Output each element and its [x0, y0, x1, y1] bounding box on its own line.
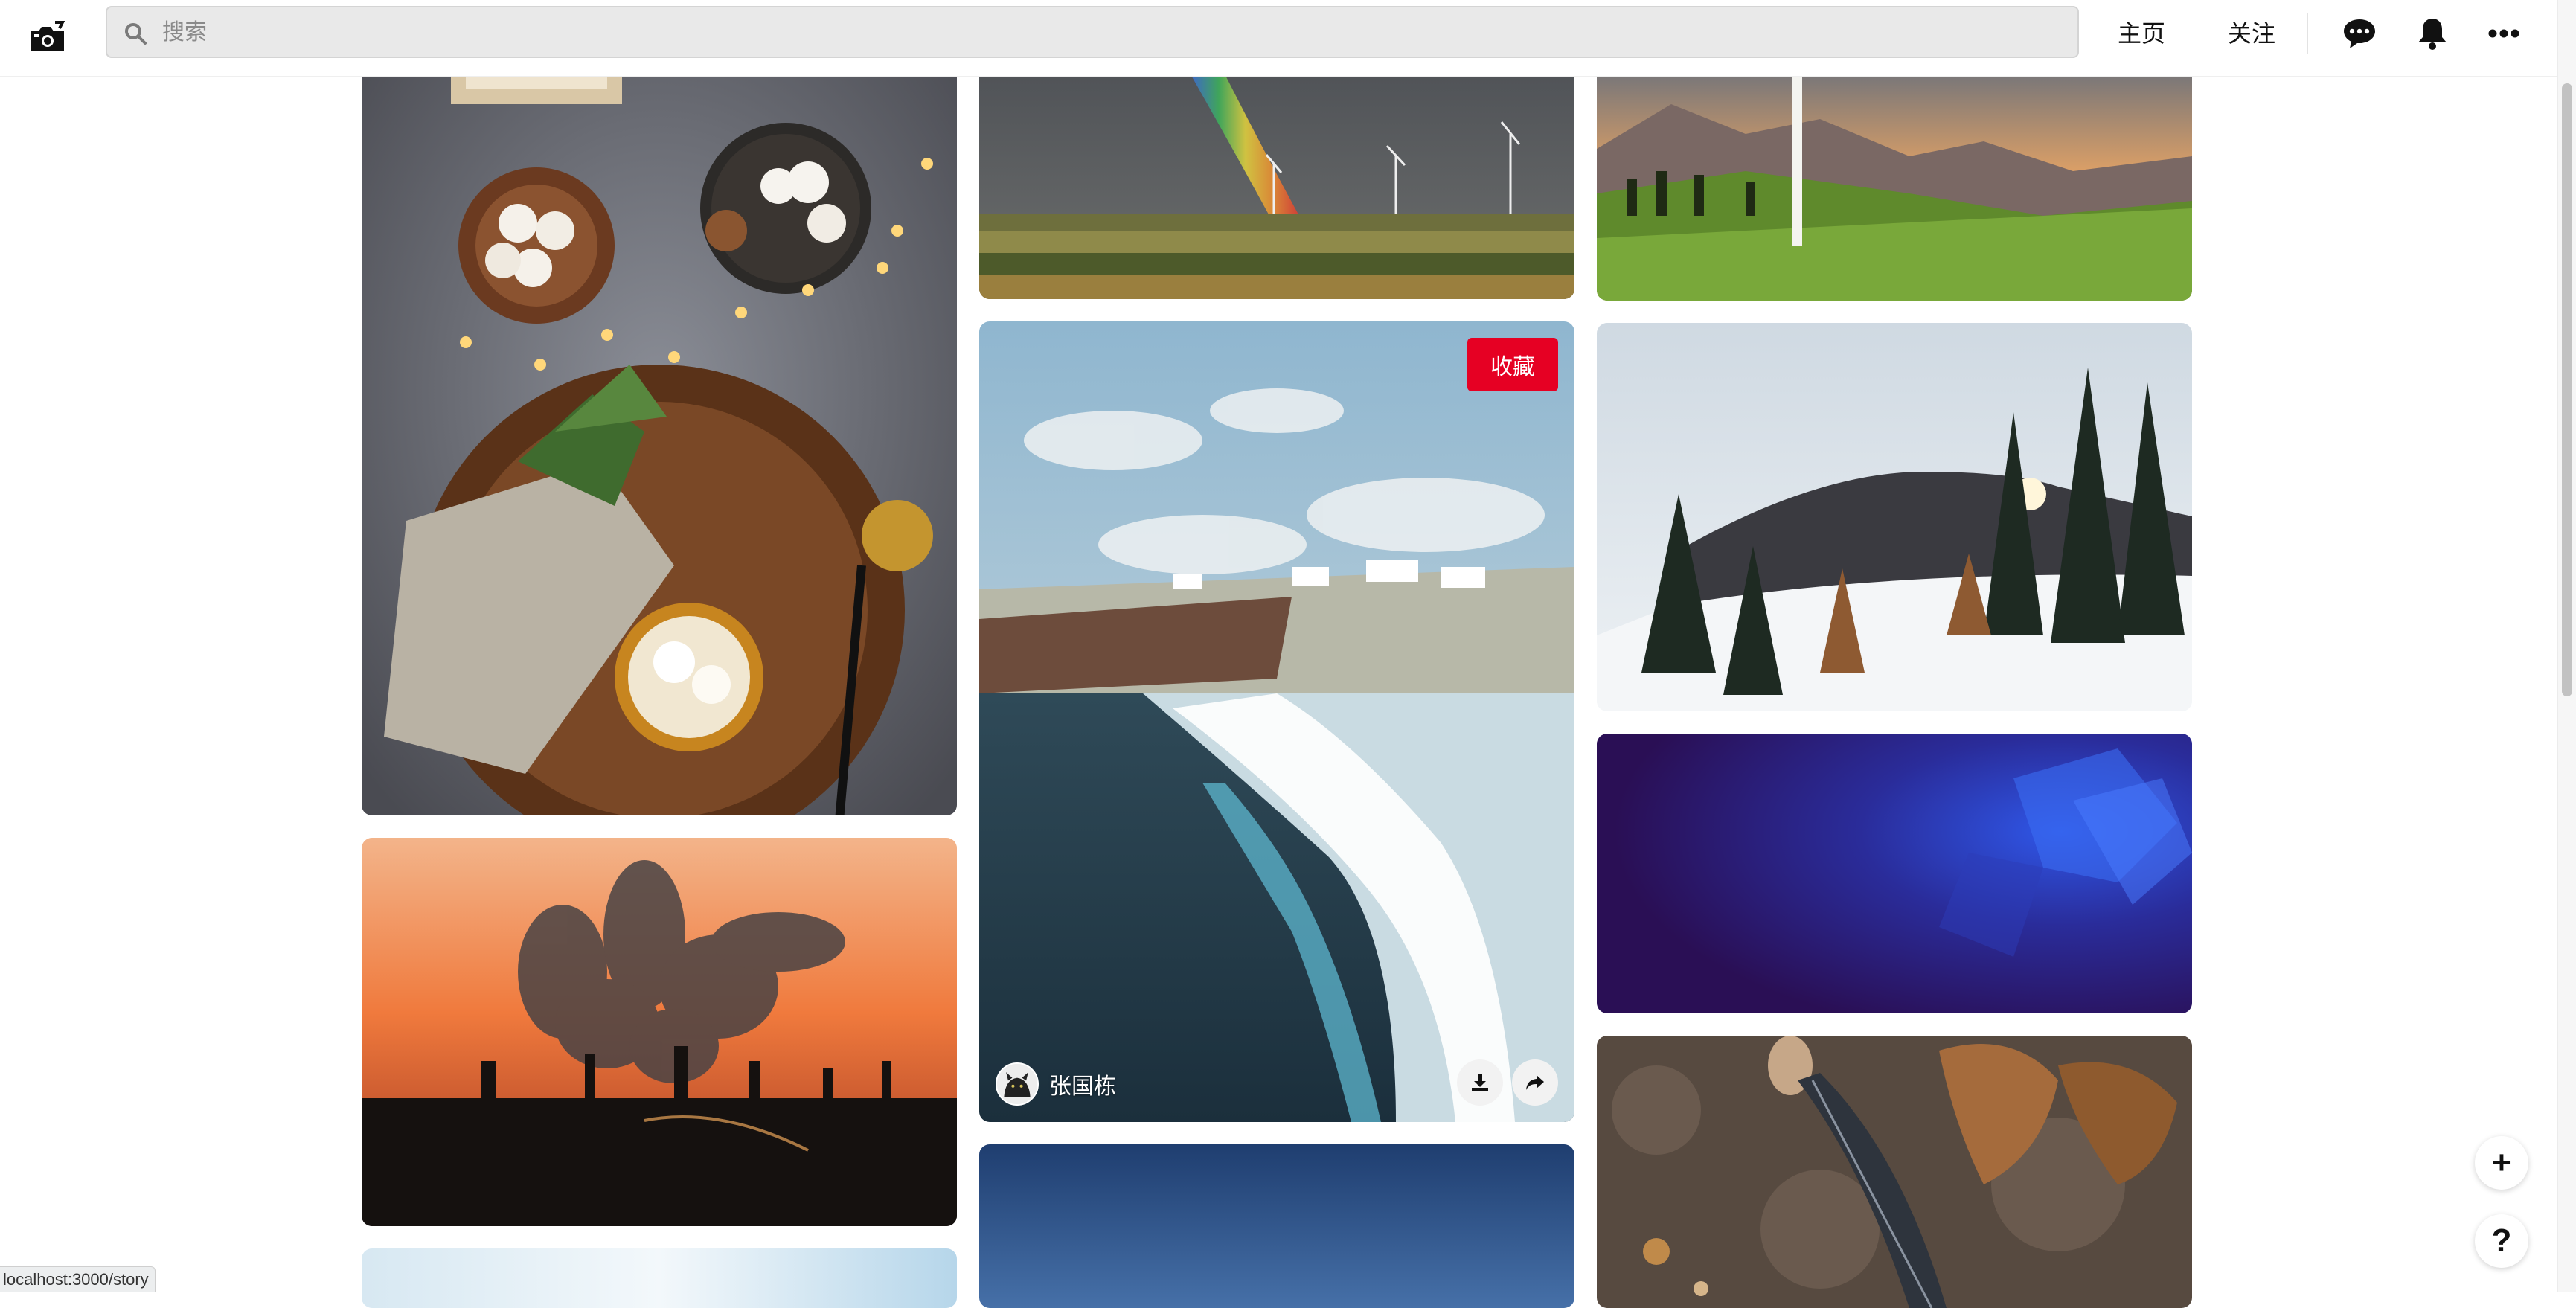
pin-author[interactable]: 张国栋 — [996, 1061, 1116, 1107]
pin-image-mountain-windmill — [1597, 45, 2192, 301]
more-options-icon[interactable] — [2485, 15, 2522, 52]
pin-image-blue-dusk — [979, 1144, 1574, 1308]
pin-card-abstract-blue[interactable] — [1597, 734, 2192, 1013]
add-button[interactable]: + — [2475, 1136, 2528, 1190]
nav-divider — [2307, 13, 2308, 54]
pin-image-factory-sunset — [362, 838, 957, 1226]
save-pin-button[interactable]: 收藏 — [1467, 338, 1558, 391]
notifications-bell-icon[interactable] — [2414, 15, 2451, 52]
pin-card-blue-dusk[interactable] — [979, 1144, 1574, 1308]
pin-image-feather-leaves — [1597, 1036, 2192, 1308]
pin-image-sky — [362, 1248, 957, 1308]
plus-icon: + — [2492, 1144, 2511, 1181]
search-bar[interactable] — [106, 6, 2079, 58]
pin-image-snowy-forest — [1597, 323, 2192, 711]
pin-image-abstract-blue — [1597, 734, 2192, 1013]
pin-card-sky[interactable] — [362, 1248, 957, 1308]
pin-card-mountain-windmill[interactable] — [1597, 45, 2192, 301]
camera-logo-icon[interactable] — [28, 19, 67, 54]
pin-card-snowy-forest[interactable] — [1597, 323, 2192, 711]
pin-card-ocean-waves[interactable]: 收藏 张国栋 — [979, 321, 1574, 1122]
share-arrow-icon — [1526, 1075, 1544, 1090]
top-nav-bar: 主页 关注 — [0, 0, 2557, 77]
messages-icon[interactable] — [2341, 15, 2378, 52]
scrollbar-thumb[interactable] — [2562, 83, 2572, 696]
download-button[interactable] — [1457, 1059, 1503, 1106]
nav-following-link[interactable]: 关注 — [2228, 16, 2275, 51]
help-button[interactable]: ? — [2475, 1214, 2528, 1268]
share-button[interactable] — [1512, 1059, 1558, 1106]
pin-image-hot-chocolate — [362, 45, 957, 815]
author-avatar-image — [997, 1064, 1037, 1104]
pin-image-ocean-waves — [979, 321, 1574, 1122]
pin-card-rainbow-windmills[interactable] — [979, 45, 1574, 299]
question-mark-icon: ? — [2491, 1222, 2512, 1259]
pin-card-hot-chocolate[interactable] — [362, 45, 957, 815]
author-name[interactable]: 张国栋 — [1049, 1068, 1116, 1100]
search-icon — [125, 23, 147, 45]
download-icon — [1472, 1074, 1488, 1091]
author-avatar[interactable] — [996, 1062, 1039, 1106]
status-bar-url: localhost:3000/story — [0, 1266, 156, 1292]
search-input[interactable] — [161, 7, 2054, 58]
pin-image-rainbow-windmills — [979, 45, 1574, 299]
pin-card-feather-leaves[interactable] — [1597, 1036, 2192, 1308]
nav-home-link[interactable]: 主页 — [2118, 16, 2165, 51]
pin-card-factory-sunset[interactable] — [362, 838, 957, 1226]
